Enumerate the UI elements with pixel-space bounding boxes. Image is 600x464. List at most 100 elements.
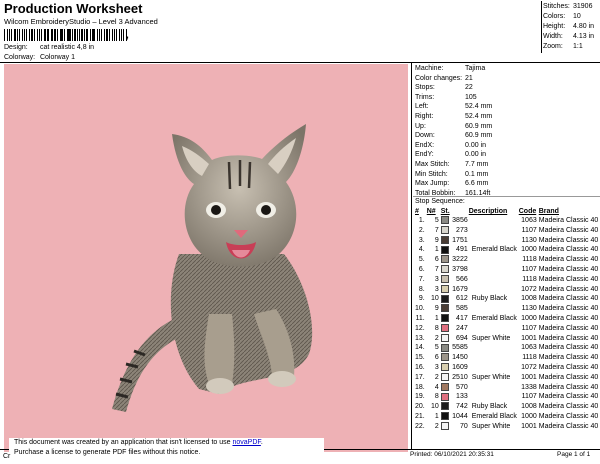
table-header-row: # N# St. Description Code Brand bbox=[415, 207, 600, 216]
barcode-bar bbox=[11, 29, 12, 41]
notice-line-1: This document was created by an applicat… bbox=[14, 439, 263, 446]
software-subtitle: Wilcom EmbroideryStudio – Level 3 Advanc… bbox=[4, 17, 158, 26]
color-swatch bbox=[440, 343, 449, 352]
novapdf-link[interactable]: novaPDF bbox=[232, 439, 260, 446]
barcode-bar bbox=[37, 29, 38, 41]
barcode-bar bbox=[103, 29, 105, 41]
cell-desc bbox=[469, 265, 519, 275]
cell-brand: Madeira Classic 40 bbox=[538, 246, 599, 254]
color-swatch bbox=[440, 216, 449, 225]
color-swatch bbox=[440, 421, 449, 430]
barcode-bar bbox=[115, 29, 117, 41]
barcode-bar bbox=[81, 29, 83, 41]
stitch-cell: 1751 bbox=[440, 235, 469, 246]
cell-brand: Madeira Classic 40 bbox=[538, 373, 599, 381]
cell-code: 1001 bbox=[521, 334, 537, 342]
design-row: Design: cat realistic 4,8 in bbox=[4, 44, 94, 51]
barcode-mark: , bbox=[126, 30, 129, 41]
barcode-bar bbox=[51, 29, 54, 41]
cell-desc bbox=[469, 275, 519, 285]
cell-code: 1107 bbox=[521, 265, 537, 273]
machine-row: Down: 60.9 mm bbox=[415, 132, 493, 140]
stitch-cell: 3798 bbox=[440, 265, 469, 275]
barcode-bar bbox=[59, 29, 61, 41]
machine-row: EndY: 0.00 in bbox=[415, 151, 487, 159]
cell-code: 1130 bbox=[521, 305, 537, 313]
cell-n: 2 bbox=[434, 373, 439, 381]
cell-brand: Madeira Classic 40 bbox=[538, 363, 599, 371]
cell-brand: Madeira Classic 40 bbox=[538, 226, 599, 234]
cell-desc bbox=[469, 383, 519, 393]
embroidered-cat-image bbox=[112, 124, 313, 412]
cell-i: 19. bbox=[415, 393, 425, 401]
cell-code: 1008 bbox=[521, 403, 537, 411]
stitch-cell: 612 bbox=[440, 294, 469, 304]
cell-i: 4. bbox=[418, 246, 425, 254]
stitch-cell: 694 bbox=[440, 333, 469, 344]
machine-row: Min Stitch: 0.1 mm bbox=[415, 170, 489, 178]
cell-n: 5 bbox=[434, 217, 439, 224]
cell-brand: Madeira Classic 40 bbox=[538, 314, 599, 322]
color-swatch bbox=[440, 294, 449, 303]
stitch-cell: 2510 bbox=[440, 372, 469, 383]
table-row: 12. 8 247 1107 Madeira Classic 40 bbox=[415, 323, 600, 334]
barcode-bar bbox=[121, 29, 122, 41]
table-row: 2. 7 273 1107 Madeira Classic 40 bbox=[415, 225, 600, 236]
color-swatch bbox=[440, 245, 449, 254]
cell-brand: Madeira Classic 40 bbox=[538, 354, 599, 362]
table-row: 1. 5 3856 1063 Madeira Classic 40 bbox=[415, 216, 600, 226]
barcode-bar bbox=[17, 29, 18, 41]
stitch-cell: 417 bbox=[440, 314, 469, 324]
cell-i: 17. bbox=[415, 373, 425, 381]
stitch-cell: 566 bbox=[440, 274, 469, 285]
cell-i: 15. bbox=[415, 354, 425, 362]
stop-sequence-table: # N# St. Description Code Brand 1. 5 3856 1… bbox=[415, 207, 600, 432]
color-swatch bbox=[440, 392, 449, 401]
cell-n: 4 bbox=[434, 383, 439, 391]
cell-code: 1072 bbox=[521, 285, 537, 293]
cell-brand: Madeira Classic 40 bbox=[538, 412, 599, 420]
barcode-bar bbox=[66, 29, 68, 41]
machine-row: Trims: 105 bbox=[415, 93, 477, 101]
table-row: 9. 10 612 Ruby Black 1008 Madeira Classic 40 bbox=[415, 294, 600, 304]
table-row: 11. 1 417 Emerald Black 1000 Madeira Classic … bbox=[415, 314, 600, 324]
color-swatch bbox=[440, 353, 449, 362]
cell-n: 9 bbox=[434, 305, 439, 313]
design-label: Design: bbox=[4, 44, 28, 51]
cell-i: 7. bbox=[418, 275, 425, 283]
cat-tail bbox=[112, 319, 182, 412]
cell-code: 1338 bbox=[521, 383, 537, 391]
stat-row: Colors: 10 bbox=[543, 13, 581, 20]
stats-divider bbox=[541, 1, 542, 53]
cell-n: 7 bbox=[434, 265, 439, 273]
barcode-bar bbox=[114, 29, 115, 41]
table-row: 7. 3 566 1118 Madeira Classic 40 bbox=[415, 274, 600, 285]
cell-code: 1107 bbox=[521, 324, 537, 332]
cell-i: 5. bbox=[418, 256, 425, 264]
barcode-bar bbox=[111, 29, 113, 41]
barcode-bar bbox=[34, 29, 35, 41]
barcode-bar bbox=[31, 29, 34, 41]
cell-code: 1107 bbox=[521, 226, 537, 234]
color-swatch bbox=[440, 304, 449, 313]
machine-row: Stops: 22 bbox=[415, 84, 473, 92]
stitch-cell: 1609 bbox=[440, 363, 469, 373]
color-swatch bbox=[440, 265, 449, 274]
barcode-bar bbox=[105, 29, 108, 41]
table-row: 21. 1 1044 Emerald Black 1000 Madeira Classic… bbox=[415, 412, 600, 422]
barcode-bar bbox=[68, 29, 71, 41]
colorway-row: Colorway: Colorway 1 bbox=[4, 54, 75, 61]
cell-i: 3. bbox=[418, 236, 425, 244]
color-swatch bbox=[440, 412, 449, 421]
color-swatch bbox=[440, 314, 449, 323]
cell-i: 8. bbox=[418, 285, 425, 293]
cell-n: 10 bbox=[430, 295, 439, 303]
cell-i: 12. bbox=[415, 324, 425, 332]
barcode-bar bbox=[61, 29, 63, 41]
barcode-bar bbox=[4, 29, 5, 41]
stitch-cell: 5585 bbox=[440, 343, 469, 353]
barcode-bar bbox=[76, 29, 78, 41]
design-value: cat realistic 4,8 in bbox=[39, 44, 95, 51]
cell-i: 11. bbox=[415, 314, 425, 322]
cell-brand: Madeira Classic 40 bbox=[538, 334, 599, 342]
